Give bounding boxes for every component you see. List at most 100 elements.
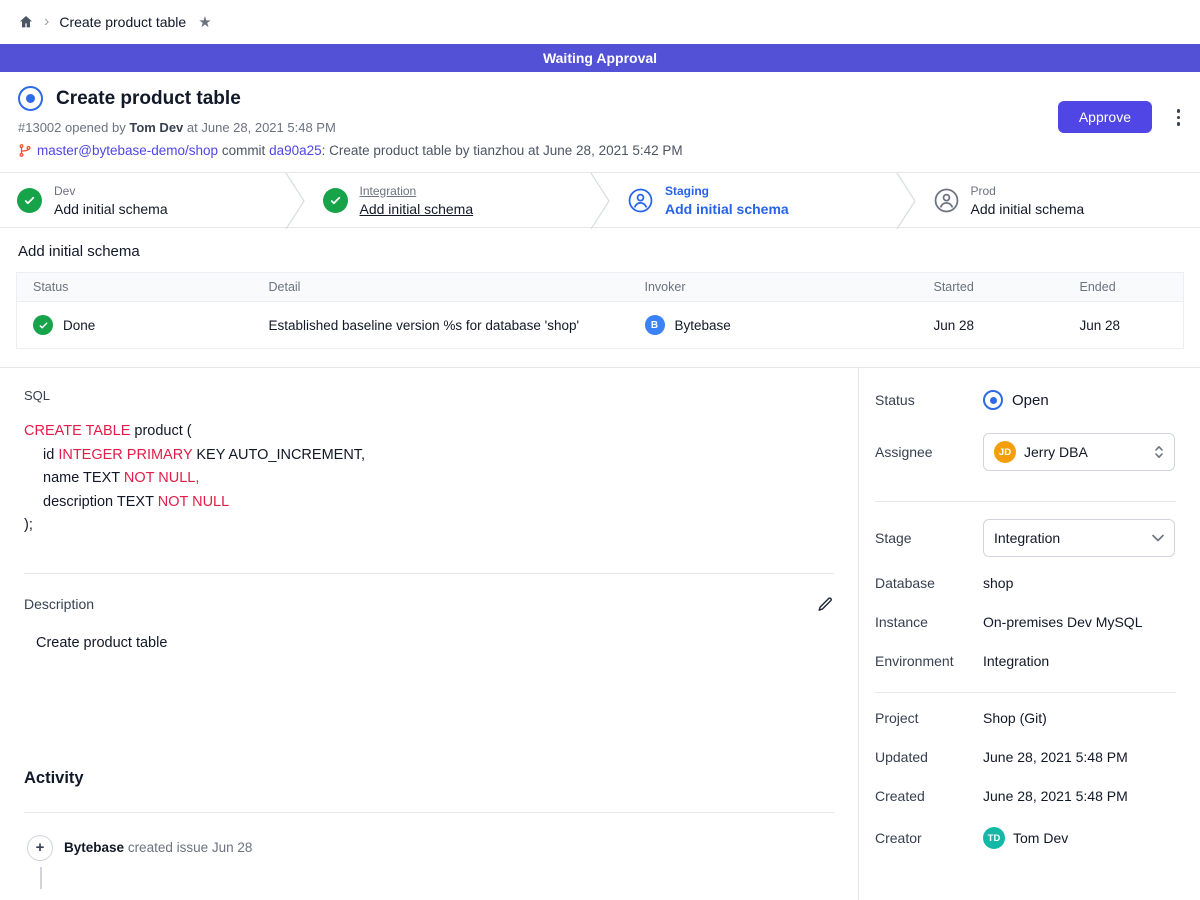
issue-header: Create product table #13002 opened by To… [0, 72, 1200, 172]
stage-separator [895, 173, 917, 229]
col-header-detail: Detail [253, 273, 629, 302]
issue-author: Tom Dev [129, 120, 183, 135]
breadcrumb-bar: › Create product table ★ [0, 0, 1200, 44]
status-label: Status [875, 392, 983, 408]
commit-branch-link[interactable]: master@bytebase-demo/shop [37, 143, 218, 158]
chevron-down-icon [1152, 534, 1164, 542]
stage-name: Prod [971, 184, 1085, 198]
commit-line: master@bytebase-demo/shop commit da90a25… [18, 143, 1182, 158]
cell-detail: Established baseline version %s for data… [253, 302, 629, 349]
sql-code: CREATE TABLE product ( id INTEGER PRIMAR… [24, 420, 834, 538]
issue-open-status-icon [18, 86, 43, 111]
task-row[interactable]: Done Established baseline version %s for… [17, 302, 1184, 349]
activity-title: Activity [24, 769, 834, 788]
main-area: SQL CREATE TABLE product ( id INTEGER PR… [0, 368, 1200, 900]
status-open-icon [983, 390, 1003, 410]
approve-button[interactable]: Approve [1058, 101, 1152, 133]
status-value: Open [983, 390, 1049, 410]
project-label: Project [875, 710, 983, 726]
assignee-avatar: JD [994, 441, 1016, 463]
stage-name: Staging [665, 184, 789, 198]
col-header-started: Started [918, 273, 1064, 302]
cell-ended: Jun 28 [1064, 302, 1184, 349]
home-icon[interactable] [18, 14, 34, 30]
creator-label: Creator [875, 830, 983, 846]
created-label: Created [875, 788, 983, 804]
status-text: Done [63, 318, 95, 333]
divider [24, 573, 834, 574]
stage-staging[interactable]: Staging Add initial schema [611, 173, 895, 227]
stage-select-value: Integration [994, 530, 1060, 546]
main-panel: SQL CREATE TABLE product ( id INTEGER PR… [0, 368, 858, 900]
stage-task: Add initial schema [360, 201, 474, 217]
environment-value: Integration [983, 653, 1049, 669]
issue-sidebar: Status Open Assignee JD Jerry DBA Stage … [858, 368, 1200, 900]
instance-value: On-premises Dev MySQL [983, 614, 1142, 630]
stage-done-icon [323, 188, 348, 213]
more-menu-icon[interactable] [1173, 105, 1185, 130]
sql-label: SQL [24, 388, 834, 403]
creator-value: TD Tom Dev [983, 827, 1068, 849]
stage-separator [589, 173, 611, 229]
updated-value: June 28, 2021 5:48 PM [983, 749, 1128, 765]
edit-description-icon[interactable] [817, 596, 834, 613]
database-value: shop [983, 575, 1013, 591]
issue-meta-suffix: at June 28, 2021 5:48 PM [187, 120, 336, 135]
assignee-label: Assignee [875, 444, 983, 460]
stage-name: Dev [54, 184, 168, 198]
stage-done-icon [17, 188, 42, 213]
stage-prod[interactable]: Prod Add initial schema [917, 173, 1200, 227]
activity-actor: Bytebase [64, 840, 124, 855]
commit-message: : Create product table by tianzhou at Ju… [322, 143, 683, 158]
created-value: June 28, 2021 5:48 PM [983, 788, 1128, 804]
description-text: Create product table [24, 635, 834, 651]
cell-invoker: B Bytebase [629, 302, 918, 349]
updated-label: Updated [875, 749, 983, 765]
activity-text: Bytebase created issue Jun 28 [64, 840, 252, 855]
updown-chevron-icon [1154, 444, 1164, 460]
issue-meta-prefix: #13002 opened by [18, 120, 126, 135]
assignee-name: Jerry DBA [1024, 444, 1088, 460]
stage-select[interactable]: Integration [983, 519, 1175, 557]
stage-person-icon [628, 188, 653, 213]
col-header-status: Status [17, 273, 253, 302]
breadcrumb-chevron-icon: › [44, 14, 49, 30]
divider [875, 501, 1176, 502]
stage-task: Add initial schema [54, 201, 168, 217]
commit-word: commit [222, 143, 266, 158]
stage-integration[interactable]: Integration Add initial schema [306, 173, 590, 227]
task-table: Status Detail Invoker Started Ended Done… [16, 272, 1184, 349]
stage-name: Integration [360, 184, 474, 198]
timeline-connector [40, 867, 42, 889]
environment-label: Environment [875, 653, 983, 669]
divider [875, 692, 1176, 693]
instance-label: Instance [875, 614, 983, 630]
task-section: Add initial schema Status Detail Invoker… [0, 228, 1200, 368]
git-branch-icon [18, 143, 32, 158]
assignee-select[interactable]: JD Jerry DBA [983, 433, 1175, 471]
approval-banner-text: Waiting Approval [543, 50, 657, 66]
invoker-avatar: B [645, 315, 665, 335]
col-header-ended: Ended [1064, 273, 1184, 302]
database-label: Database [875, 575, 983, 591]
activity-item: + Bytebase created issue Jun 28 [24, 835, 834, 861]
creator-avatar: TD [983, 827, 1005, 849]
pipeline: Dev Add initial schema Integration Add i… [0, 172, 1200, 228]
divider [24, 812, 834, 813]
stage-select-label: Stage [875, 530, 983, 546]
invoker-name: Bytebase [675, 318, 731, 333]
status-text: Open [1012, 392, 1049, 409]
stage-dev[interactable]: Dev Add initial schema [0, 173, 284, 227]
cell-started: Jun 28 [918, 302, 1064, 349]
approval-banner: Waiting Approval [0, 44, 1200, 72]
creator-name: Tom Dev [1013, 830, 1068, 846]
task-title: Add initial schema [16, 243, 1184, 260]
breadcrumb-current: Create product table [59, 14, 186, 30]
favorite-star-icon[interactable]: ★ [198, 13, 211, 31]
col-header-invoker: Invoker [629, 273, 918, 302]
cell-status: Done [17, 302, 253, 349]
done-icon [33, 315, 53, 335]
commit-hash-link[interactable]: da90a25 [269, 143, 322, 158]
plus-icon[interactable]: + [27, 835, 53, 861]
description-label: Description [24, 596, 94, 612]
